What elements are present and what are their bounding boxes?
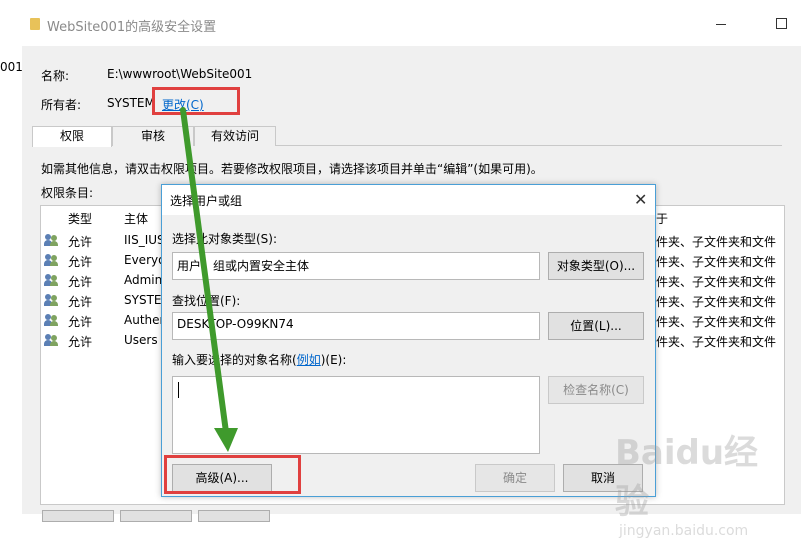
watermark-url: jingyan.baidu.com bbox=[619, 523, 749, 539]
watermark-logo-text: Baidu经验 bbox=[615, 433, 759, 522]
arrow-head bbox=[214, 428, 238, 452]
arrow-shaft bbox=[180, 107, 229, 435]
baidu-watermark: Baidu经验 jingyan.baidu.com bbox=[615, 425, 785, 539]
